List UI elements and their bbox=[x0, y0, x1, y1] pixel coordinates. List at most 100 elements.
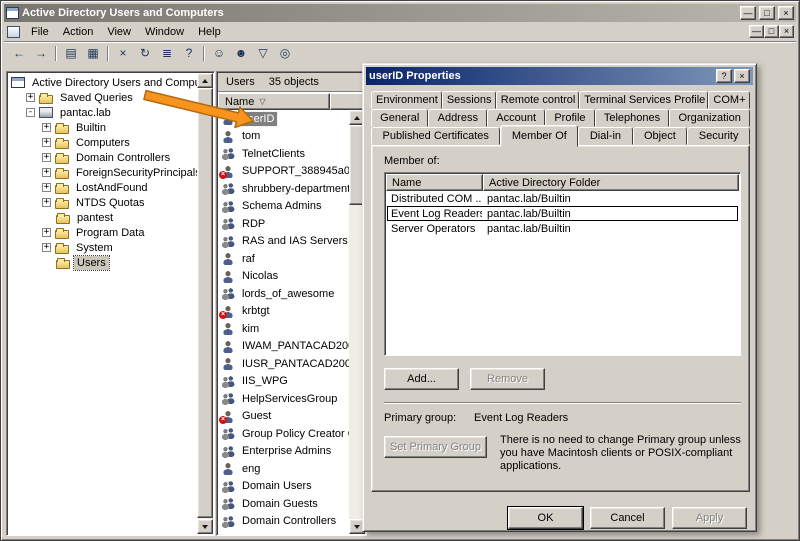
scroll-down-icon[interactable] bbox=[197, 519, 213, 534]
list-item[interactable]: RDP bbox=[218, 215, 349, 233]
tab-general[interactable]: General bbox=[371, 109, 428, 127]
tree-item-program-data[interactable]: + Program Data bbox=[11, 225, 197, 240]
properties-icon[interactable]: ▦ bbox=[82, 44, 104, 62]
tree-item-lostandfound[interactable]: + LostAndFound bbox=[11, 180, 197, 195]
list-item[interactable]: shrubbery-department_es... bbox=[218, 180, 349, 198]
menu-window[interactable]: Window bbox=[138, 24, 191, 40]
tab-telephones[interactable]: Telephones bbox=[595, 109, 670, 127]
child-minimize-button[interactable]: — bbox=[749, 25, 764, 38]
delete-icon[interactable]: × bbox=[112, 44, 134, 62]
cancel-button[interactable]: Cancel bbox=[590, 507, 665, 529]
list-item[interactable]: krbtgt bbox=[218, 303, 349, 321]
expander-icon[interactable]: + bbox=[42, 183, 51, 192]
list-item[interactable]: Enterprise Admins bbox=[218, 443, 349, 461]
group-icon bbox=[221, 200, 235, 213]
child-close-button[interactable]: × bbox=[779, 25, 794, 38]
help-icon[interactable]: ? bbox=[178, 44, 200, 62]
filter-icon[interactable]: ▽ bbox=[252, 44, 274, 62]
menu-view[interactable]: View bbox=[100, 24, 138, 40]
tab-organization[interactable]: Organization bbox=[669, 109, 750, 127]
tree-item-system[interactable]: + System bbox=[11, 240, 197, 255]
disabled-user-icon bbox=[221, 305, 235, 318]
show-console-tree-icon[interactable]: ▤ bbox=[60, 44, 82, 62]
tree-scrollbar[interactable] bbox=[197, 73, 213, 534]
list-item[interactable]: IIS_WPG bbox=[218, 373, 349, 391]
list-item[interactable]: RAS and IAS Servers bbox=[218, 233, 349, 251]
tree-item-computers[interactable]: + Computers bbox=[11, 135, 197, 150]
apply-button[interactable]: Apply bbox=[672, 507, 747, 529]
tree-item-domain-controllers[interactable]: + Domain Controllers bbox=[11, 150, 197, 165]
folder-icon bbox=[55, 155, 69, 164]
tab-address[interactable]: Address bbox=[428, 109, 487, 127]
refresh-icon[interactable]: ↻ bbox=[134, 44, 156, 62]
tab-dial-in[interactable]: Dial-in bbox=[578, 127, 632, 145]
expander-icon[interactable]: + bbox=[42, 228, 51, 237]
tab-environment[interactable]: Environment bbox=[371, 91, 442, 109]
list-item[interactable]: SUPPORT_388945a0 bbox=[218, 163, 349, 181]
list-item[interactable]: HelpServicesGroup bbox=[218, 390, 349, 408]
expander-icon[interactable]: + bbox=[42, 138, 51, 147]
remove-button[interactable]: Remove bbox=[470, 368, 545, 390]
member-of-row-distributed-com[interactable]: Distributed COM ... pantac.lab/Builtin bbox=[387, 191, 738, 206]
child-restore-button[interactable]: □ bbox=[764, 25, 779, 38]
tree-item-pantest[interactable]: pantest bbox=[11, 210, 197, 225]
list-item[interactable]: Domain Guests bbox=[218, 495, 349, 513]
list-item[interactable]: raf bbox=[218, 250, 349, 268]
expander-icon[interactable]: + bbox=[42, 123, 51, 132]
tab-member-of[interactable]: Member Of bbox=[500, 125, 578, 147]
tree-item-root[interactable]: Active Directory Users and Computer bbox=[11, 75, 197, 90]
list-item[interactable]: eng bbox=[218, 460, 349, 478]
tree-item-users[interactable]: Users bbox=[11, 255, 197, 270]
dialog-help-button[interactable]: ? bbox=[716, 69, 732, 83]
maximize-button[interactable]: □ bbox=[759, 6, 775, 20]
tab-com-plus[interactable]: COM+ bbox=[708, 91, 750, 109]
new-group-icon[interactable]: ☻ bbox=[230, 44, 252, 62]
tab-security[interactable]: Security bbox=[687, 127, 750, 145]
menu-file[interactable]: File bbox=[24, 24, 56, 40]
expander-icon[interactable]: - bbox=[26, 108, 35, 117]
tab-sessions[interactable]: Sessions bbox=[442, 91, 496, 109]
list-item[interactable]: kim bbox=[218, 320, 349, 338]
export-list-icon[interactable]: ≣ bbox=[156, 44, 178, 62]
list-item[interactable]: Domain Users bbox=[218, 478, 349, 496]
new-user-icon[interactable]: ☺ bbox=[208, 44, 230, 62]
set-primary-group-button[interactable]: Set Primary Group bbox=[384, 436, 487, 458]
expander-icon[interactable]: + bbox=[42, 168, 51, 177]
expander-icon[interactable]: + bbox=[42, 153, 51, 162]
list-item[interactable]: IUSR_PANTACAD2003 bbox=[218, 355, 349, 373]
member-of-label: Member of: bbox=[384, 155, 440, 167]
menu-action[interactable]: Action bbox=[56, 24, 101, 40]
list-item[interactable]: lords_of_awesome bbox=[218, 285, 349, 303]
minimize-button[interactable]: — bbox=[740, 6, 756, 20]
list-item[interactable]: Nicolas bbox=[218, 268, 349, 286]
scrollbar-thumb[interactable] bbox=[197, 88, 213, 518]
list-item[interactable]: TelnetClients bbox=[218, 145, 349, 163]
forward-icon[interactable]: → bbox=[30, 44, 52, 62]
dialog-close-button[interactable]: × bbox=[734, 69, 750, 83]
list-item[interactable]: Domain Controllers bbox=[218, 513, 349, 531]
add-button[interactable]: Add... bbox=[384, 368, 459, 390]
expander-icon[interactable]: + bbox=[42, 243, 51, 252]
ok-button[interactable]: OK bbox=[508, 507, 583, 529]
tab-terminal-services-profile[interactable]: Terminal Services Profile bbox=[579, 91, 708, 109]
list-item[interactable]: Guest bbox=[218, 408, 349, 426]
column-header-ad-folder[interactable]: Active Directory Folder bbox=[483, 174, 739, 191]
tree-item-ntds-quotas[interactable]: + NTDS Quotas bbox=[11, 195, 197, 210]
back-icon[interactable]: ← bbox=[8, 44, 30, 62]
expander-icon[interactable]: + bbox=[26, 93, 35, 102]
list-item[interactable]: Schema Admins bbox=[218, 198, 349, 216]
scroll-up-icon[interactable] bbox=[197, 73, 213, 88]
menu-help[interactable]: Help bbox=[191, 24, 228, 40]
expander-icon[interactable]: + bbox=[42, 198, 51, 207]
close-button[interactable]: × bbox=[778, 6, 794, 20]
tab-published-certificates[interactable]: Published Certificates bbox=[371, 127, 500, 145]
column-header-name[interactable]: Name bbox=[386, 174, 483, 191]
tab-remote-control[interactable]: Remote control bbox=[496, 91, 579, 109]
list-item[interactable]: IWAM_PANTACAD2003 bbox=[218, 338, 349, 356]
member-of-row-server-operators[interactable]: Server Operators pantac.lab/Builtin bbox=[387, 221, 738, 236]
find-icon[interactable]: ◎ bbox=[274, 44, 296, 62]
member-of-row-event-log-readers[interactable]: Event Log Readers pantac.lab/Builtin bbox=[387, 206, 738, 221]
tree-item-foreignsecurityprincipals[interactable]: + ForeignSecurityPrincipals bbox=[11, 165, 197, 180]
list-item[interactable]: Group Policy Creator Own... bbox=[218, 425, 349, 443]
tab-object[interactable]: Object bbox=[633, 127, 688, 145]
